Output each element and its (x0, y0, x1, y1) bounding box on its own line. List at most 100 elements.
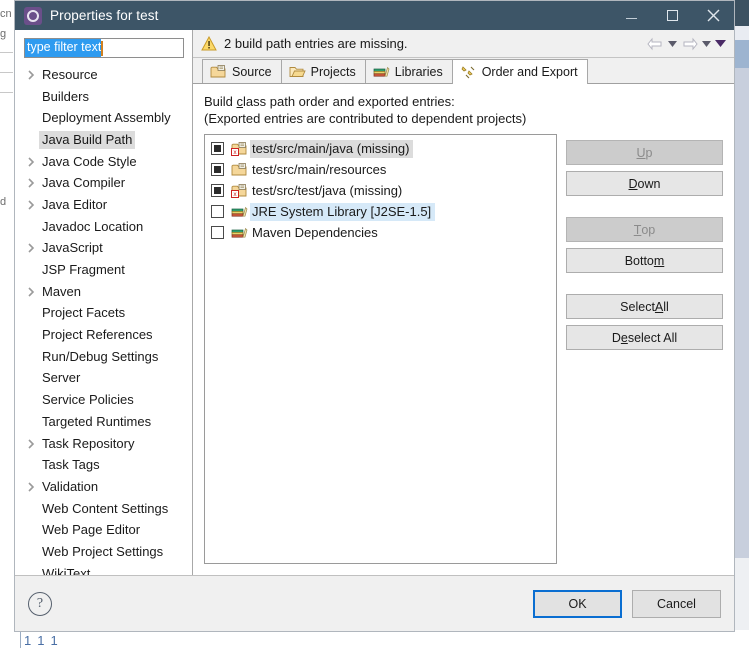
background-window-right (733, 0, 749, 648)
chevron-right-icon[interactable] (23, 200, 39, 210)
back-arrow-icon[interactable] (647, 37, 664, 51)
sidebar-item-label: Maven (42, 283, 82, 299)
filter-input[interactable]: type filter text (24, 38, 184, 58)
classpath-entry-row[interactable]: x test/src/test/java (missing) (205, 180, 556, 201)
export-checkbox[interactable] (211, 163, 224, 176)
sidebar-item-resource[interactable]: Resource (15, 64, 192, 86)
sidebar-item-task-repository[interactable]: Task Repository (15, 433, 192, 455)
sidebar-item-java-compiler[interactable]: Java Compiler (15, 172, 192, 194)
sidebar-item-javadoc-location[interactable]: Javadoc Location (15, 216, 192, 238)
background-window-bottom: 111 (0, 630, 749, 648)
sidebar-item-task-tags[interactable]: Task Tags (15, 454, 192, 476)
button-label-post: select All (627, 330, 678, 345)
settings-tree: Resource Builders Deployment Assembly Java … (15, 61, 192, 575)
sidebar-item-label: Targeted Runtimes (42, 413, 152, 429)
export-checkbox[interactable] (211, 142, 224, 155)
button-label-mnemonic: U (636, 145, 646, 160)
sidebar-item-web-project-settings[interactable]: Web Project Settings (15, 541, 192, 563)
deselect-all-button[interactable]: De select All (566, 325, 723, 350)
background-text-fragment: d (0, 196, 7, 208)
help-icon[interactable]: ? (28, 591, 52, 616)
background-divider (0, 92, 13, 93)
sidebar-item-label: Validation (42, 478, 99, 494)
classpath-entry-row[interactable]: JRE System Library [J2SE-1.5] (205, 201, 556, 222)
sidebar-item-web-page-editor[interactable]: Web Page Editor (15, 519, 192, 541)
maximize-icon[interactable] (652, 1, 693, 30)
tab-order-and-export[interactable]: Order and Export (451, 59, 588, 84)
chevron-down-icon[interactable] (701, 37, 712, 51)
sidebar-item-project-references[interactable]: Project References (15, 324, 192, 346)
chevron-right-icon[interactable] (23, 70, 39, 80)
sidebar-item-label: JavaScript (42, 240, 103, 256)
sidebar-item-service-policies[interactable]: Service Policies (15, 389, 192, 411)
chevron-right-icon[interactable] (23, 178, 39, 188)
tab-label: Order and Export (481, 65, 578, 79)
source-folder-icon (231, 162, 248, 177)
sidebar-item-maven[interactable]: Maven (15, 281, 192, 303)
button-label-post: p (645, 145, 653, 160)
select-all-button[interactable]: Select All (566, 294, 723, 319)
export-checkbox[interactable] (211, 184, 224, 197)
chevron-down-filled-icon[interactable] (715, 37, 726, 51)
tab-strip: Source Projects Libraries Order and Export (193, 58, 734, 84)
dialog-titlebar[interactable]: Properties for test (15, 1, 734, 30)
tab-source[interactable]: Source (202, 59, 282, 83)
chevron-right-icon[interactable] (23, 243, 39, 253)
bottom-button[interactable]: Botto m (566, 248, 723, 273)
tab-label: Source (232, 64, 272, 79)
export-checkbox[interactable] (211, 205, 224, 218)
button-label-mnemonic: T (633, 222, 642, 237)
text-caret (101, 40, 103, 56)
description-pre: Build (204, 94, 237, 109)
main-panel: 2 build path entries are missing. Source… (193, 30, 734, 575)
sidebar-item-validation[interactable]: Validation (15, 476, 192, 498)
sidebar-item-java-code-style[interactable]: Java Code Style (15, 151, 192, 173)
chevron-right-icon[interactable] (23, 287, 39, 297)
sidebar-item-java-build-path[interactable]: Java Build Path (15, 129, 192, 151)
minimize-icon[interactable] (611, 1, 652, 30)
chevron-right-icon[interactable] (23, 157, 39, 167)
tab-label: Projects (310, 64, 356, 79)
sidebar-item-project-facets[interactable]: Project Facets (15, 303, 192, 325)
cancel-button[interactable]: Cancel (632, 590, 721, 618)
tab-libraries[interactable]: Libraries (364, 59, 453, 83)
export-checkbox[interactable] (211, 226, 224, 239)
sidebar-item-label: Java Code Style (42, 153, 137, 169)
footer-buttons: OK Cancel (533, 576, 721, 632)
sidebar-item-deployment-assembly[interactable]: Deployment Assembly (15, 107, 192, 129)
sidebar-item-wikitext[interactable]: WikiText (15, 563, 192, 575)
classpath-entry-row[interactable]: x test/src/main/java (missing) (205, 138, 556, 159)
classpath-entry-row[interactable]: test/src/main/resources (205, 159, 556, 180)
sidebar-item-label: Task Tags (42, 457, 100, 473)
navigation-buttons (647, 30, 726, 57)
sidebar-item-label: Javadoc Location (42, 218, 144, 234)
sidebar-item-server[interactable]: Server (15, 368, 192, 390)
sidebar-item-label: Project Facets (42, 305, 126, 321)
background-digits: 111 (24, 633, 65, 648)
sidebar-item-java-editor[interactable]: Java Editor (15, 194, 192, 216)
ok-button[interactable]: OK (533, 590, 622, 618)
sidebar-item-javascript[interactable]: JavaScript (15, 238, 192, 260)
sidebar-item-targeted-runtimes[interactable]: Targeted Runtimes (15, 411, 192, 433)
chevron-right-icon[interactable] (23, 482, 39, 492)
chevron-right-icon[interactable] (23, 438, 39, 449)
forward-arrow-icon[interactable] (681, 37, 698, 51)
sidebar-item-label: Deployment Assembly (42, 110, 171, 126)
help-label: ? (36, 595, 44, 611)
down-button[interactable]: Down (566, 171, 723, 196)
chevron-down-icon[interactable] (667, 37, 678, 51)
classpath-entries-list[interactable]: x test/src/main/java (missing) test/src/ma… (204, 134, 557, 564)
top-button: Top (566, 217, 723, 242)
classpath-entry-row[interactable]: Maven Dependencies (205, 222, 556, 243)
sidebar-item-jsp-fragment[interactable]: JSP Fragment (15, 259, 192, 281)
sidebar-item-web-content-settings[interactable]: Web Content Settings (15, 498, 192, 520)
background-text-fragment: g (0, 28, 7, 40)
gear-icon (24, 6, 42, 25)
close-icon[interactable] (693, 1, 734, 30)
tab-projects[interactable]: Projects (280, 59, 366, 83)
tab-content-order-and-export: Build class path order and exported entr… (193, 84, 734, 575)
dialog-footer: ? OK Cancel (15, 575, 734, 631)
sidebar-item-run-debug-settings[interactable]: Run/Debug Settings (15, 346, 192, 368)
sidebar-item-builders[interactable]: Builders (15, 86, 192, 108)
filter-wrapper: type filter text (15, 30, 192, 61)
